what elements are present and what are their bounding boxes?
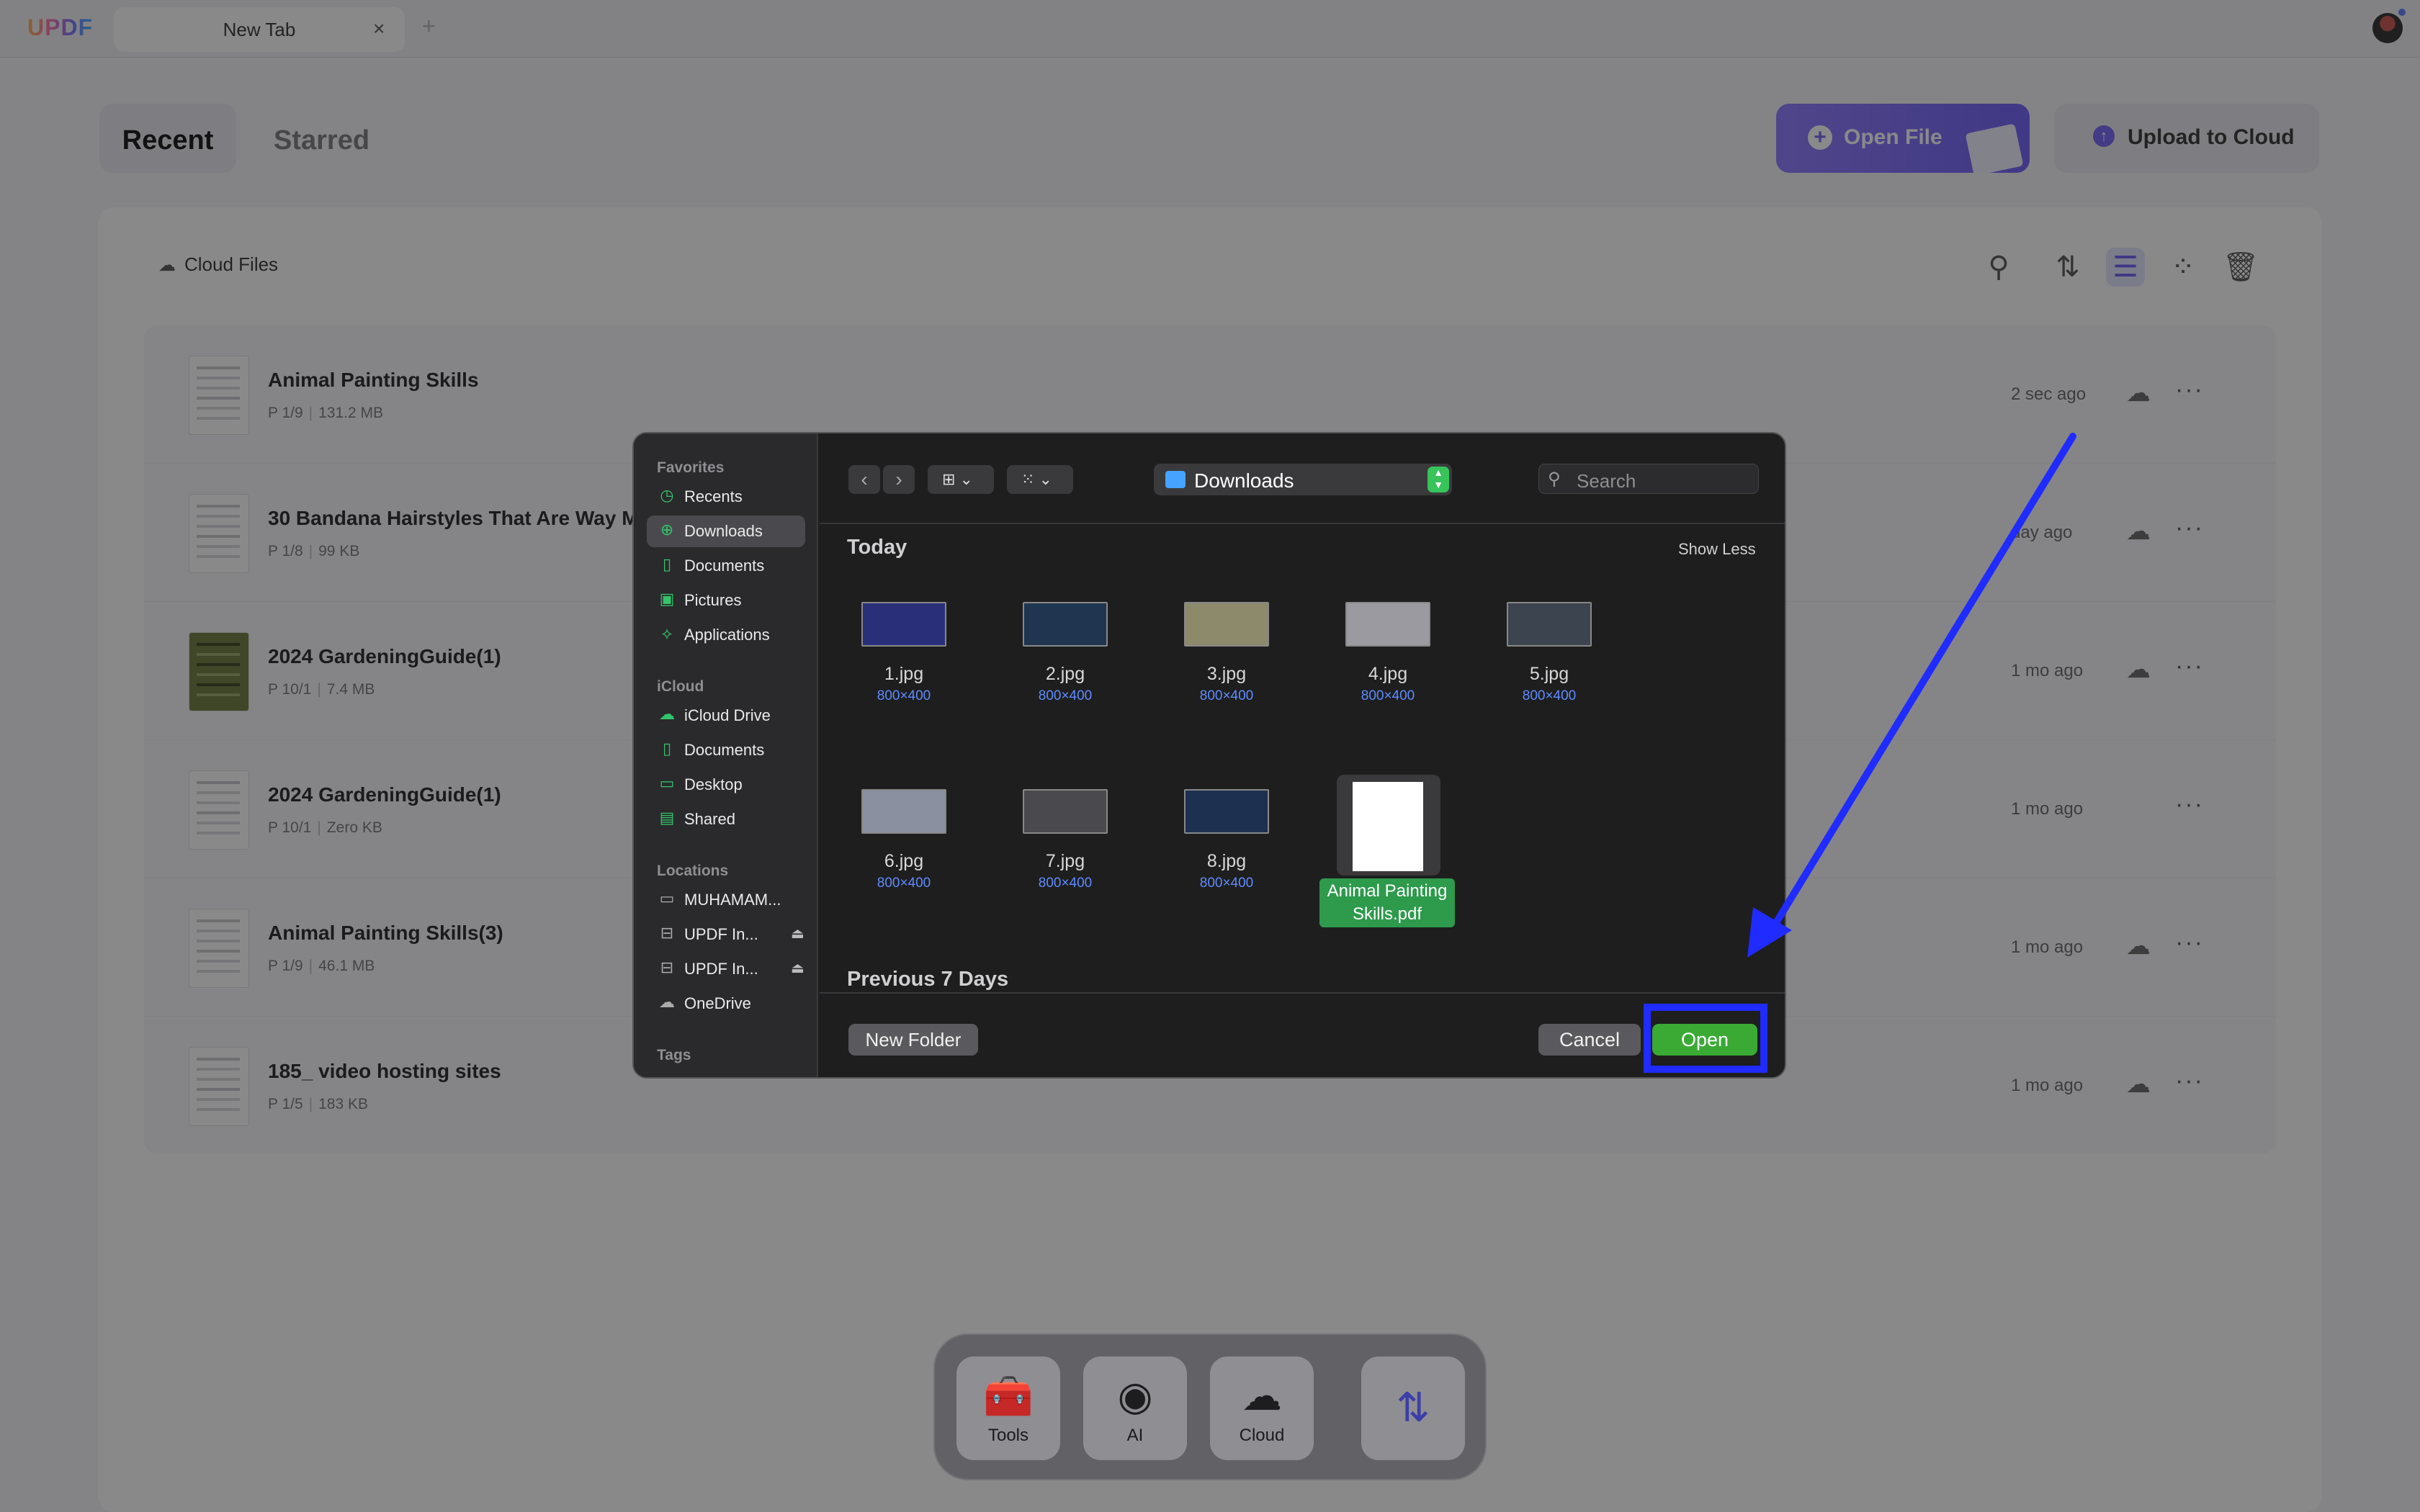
section-today: Today bbox=[847, 536, 908, 559]
group-mode-button[interactable]: ⁙ ⌄ bbox=[1007, 465, 1073, 494]
dock-ai-button[interactable]: ◉ AI bbox=[1083, 1356, 1187, 1460]
file-tile[interactable]: 2.jpg 800×400 bbox=[998, 585, 1128, 743]
image-thumbnail bbox=[1507, 602, 1592, 647]
sidebar-item-desktop[interactable]: ▭ Desktop bbox=[647, 769, 805, 801]
sidebar-item-documents[interactable]: ▯ Documents bbox=[647, 550, 805, 582]
dock-cloud-label: Cloud bbox=[1239, 1426, 1285, 1445]
divider bbox=[820, 992, 1785, 994]
sidebar-item-downloads[interactable]: ⊕ Downloads bbox=[647, 516, 805, 547]
image-thumbnail bbox=[1184, 602, 1269, 647]
file-tile-dims: 800×400 bbox=[1038, 688, 1093, 703]
file-tile[interactable]: 3.jpg 800×400 bbox=[1160, 585, 1289, 743]
sidebar-item-updf-installer-2[interactable]: ⊟ UPDF In... ⏏ bbox=[647, 953, 805, 985]
sidebar-item-pictures[interactable]: ▣ Pictures bbox=[647, 585, 805, 616]
cancel-button[interactable]: Cancel bbox=[1538, 1024, 1641, 1056]
view-mode-button[interactable]: ⊞ ⌄ bbox=[928, 465, 994, 494]
sidebar-item-updf-installer-1[interactable]: ⊟ UPDF In... ⏏ bbox=[647, 919, 805, 950]
chevron-updown-icon: ▲ ▼ bbox=[1428, 467, 1449, 492]
file-open-dialog: Favorites ◷ Recents ⊕ Downloads ▯ Documents… bbox=[632, 432, 1786, 1079]
image-thumbnail bbox=[1023, 789, 1108, 834]
tags-heading: Tags bbox=[657, 1047, 691, 1063]
locations-heading: Locations bbox=[657, 863, 729, 879]
icloud-heading: iCloud bbox=[657, 678, 704, 695]
selected-file-name: Animal Painting Skills.pdf bbox=[1319, 878, 1455, 927]
location-dropdown[interactable]: Downloads ▲ ▼ bbox=[1154, 464, 1452, 495]
pdf-thumbnail bbox=[1353, 782, 1423, 871]
forward-chevron-icon[interactable]: › bbox=[883, 465, 915, 494]
sidebar-item-recents[interactable]: ◷ Recents bbox=[647, 481, 805, 513]
dialog-sidebar: Favorites ◷ Recents ⊕ Downloads ▯ Documents… bbox=[634, 433, 818, 1077]
shared-folder-icon: ▤ bbox=[659, 809, 675, 827]
file-tile-dims: 800×400 bbox=[1522, 688, 1577, 703]
section-previous-7-days: Previous 7 Days bbox=[847, 968, 1009, 991]
favorites-heading: Favorites bbox=[657, 459, 725, 476]
image-thumbnail bbox=[861, 789, 946, 834]
file-tile-dims: 800×400 bbox=[877, 688, 931, 703]
dock-cloud-button[interactable]: ☁ Cloud bbox=[1210, 1356, 1314, 1460]
file-tile[interactable]: 7.jpg 800×400 bbox=[998, 772, 1128, 930]
back-chevron-icon[interactable]: ‹ bbox=[848, 465, 880, 494]
document-icon: ▯ bbox=[662, 739, 672, 757]
image-thumbnail bbox=[1184, 789, 1269, 834]
file-tile-name: 3.jpg bbox=[1206, 664, 1247, 684]
toolbox-icon: 🧰 bbox=[983, 1373, 1034, 1418]
dock-ai-label: AI bbox=[1126, 1426, 1144, 1445]
file-tile-name: 2.jpg bbox=[1045, 664, 1085, 684]
disk-icon: ⊟ bbox=[660, 958, 674, 976]
disk-icon: ⊟ bbox=[660, 924, 674, 942]
sidebar-item-shared[interactable]: ▤ Shared bbox=[647, 804, 805, 835]
convert-icon: ⇅ bbox=[1396, 1385, 1430, 1430]
dock-convert-button[interactable]: ⇅ bbox=[1361, 1356, 1465, 1460]
laptop-icon: ▭ bbox=[659, 889, 675, 907]
file-tile-name: 1.jpg bbox=[884, 664, 924, 684]
ai-orb-icon: ◉ bbox=[1117, 1373, 1153, 1418]
show-less-link[interactable]: Show Less bbox=[1678, 540, 1756, 559]
dock-tools-label: Tools bbox=[987, 1426, 1029, 1445]
sidebar-item-onedrive[interactable]: ☁ OneDrive bbox=[647, 988, 805, 1020]
file-tile-name: 5.jpg bbox=[1529, 664, 1569, 684]
image-thumbnail bbox=[1023, 602, 1108, 647]
file-tile[interactable]: 1.jpg 800×400 bbox=[837, 585, 967, 743]
cloud-icon: ☁ bbox=[1242, 1373, 1282, 1418]
eject-icon: ⏏ bbox=[791, 960, 805, 976]
bottom-dock: 🧰 Tools ◉ AI ☁ Cloud ⇅ bbox=[933, 1333, 1487, 1480]
annotation-highlight-box bbox=[1644, 1004, 1767, 1073]
file-tile-name: 4.jpg bbox=[1368, 664, 1408, 684]
sidebar-item-icloud-drive[interactable]: ☁ iCloud Drive bbox=[647, 700, 805, 732]
cloud-icon: ☁ bbox=[659, 705, 675, 723]
picture-icon: ▣ bbox=[659, 590, 675, 608]
sidebar-item-computer[interactable]: ▭ MUHAMAM... bbox=[647, 884, 805, 916]
file-tile[interactable]: 6.jpg 800×400 bbox=[837, 772, 967, 930]
file-tile-dims: 800×400 bbox=[1038, 876, 1093, 891]
file-tile[interactable]: 5.jpg 800×400 bbox=[1482, 585, 1612, 743]
document-icon: ▯ bbox=[662, 555, 672, 573]
file-tile[interactable]: 8.jpg 800×400 bbox=[1160, 772, 1289, 930]
sidebar-item-icloud-documents[interactable]: ▯ Documents bbox=[647, 734, 805, 766]
file-tile-dims: 800×400 bbox=[1199, 688, 1254, 703]
cloud-icon: ☁ bbox=[659, 993, 675, 1011]
clock-icon: ◷ bbox=[660, 486, 674, 504]
file-tile-name: 6.jpg bbox=[884, 851, 924, 871]
file-tile-dims: 800×400 bbox=[877, 876, 931, 891]
file-tile-name: 8.jpg bbox=[1206, 851, 1247, 871]
desktop-icon: ▭ bbox=[659, 774, 675, 792]
image-thumbnail bbox=[1345, 602, 1430, 647]
eject-icon: ⏏ bbox=[791, 926, 805, 942]
file-tile-name: 7.jpg bbox=[1045, 851, 1085, 871]
applications-icon: ⟡ bbox=[661, 624, 673, 642]
search-icon: ⚲ bbox=[1548, 469, 1561, 489]
download-icon: ⊕ bbox=[660, 521, 674, 539]
new-folder-button[interactable]: New Folder bbox=[848, 1024, 978, 1056]
location-label: Downloads bbox=[1194, 469, 1294, 492]
folder-icon bbox=[1165, 471, 1186, 488]
divider bbox=[820, 523, 1785, 524]
sidebar-item-applications[interactable]: ⟡ Applications bbox=[647, 619, 805, 651]
search-placeholder: Search bbox=[1577, 470, 1636, 492]
file-tile-dims: 800×400 bbox=[1361, 688, 1415, 703]
dock-tools-button[interactable]: 🧰 Tools bbox=[956, 1356, 1060, 1460]
file-tile[interactable]: 4.jpg 800×400 bbox=[1321, 585, 1451, 743]
file-tile-dims: 800×400 bbox=[1199, 876, 1254, 891]
search-input[interactable]: ⚲ Search bbox=[1538, 464, 1759, 494]
image-thumbnail bbox=[861, 602, 946, 647]
